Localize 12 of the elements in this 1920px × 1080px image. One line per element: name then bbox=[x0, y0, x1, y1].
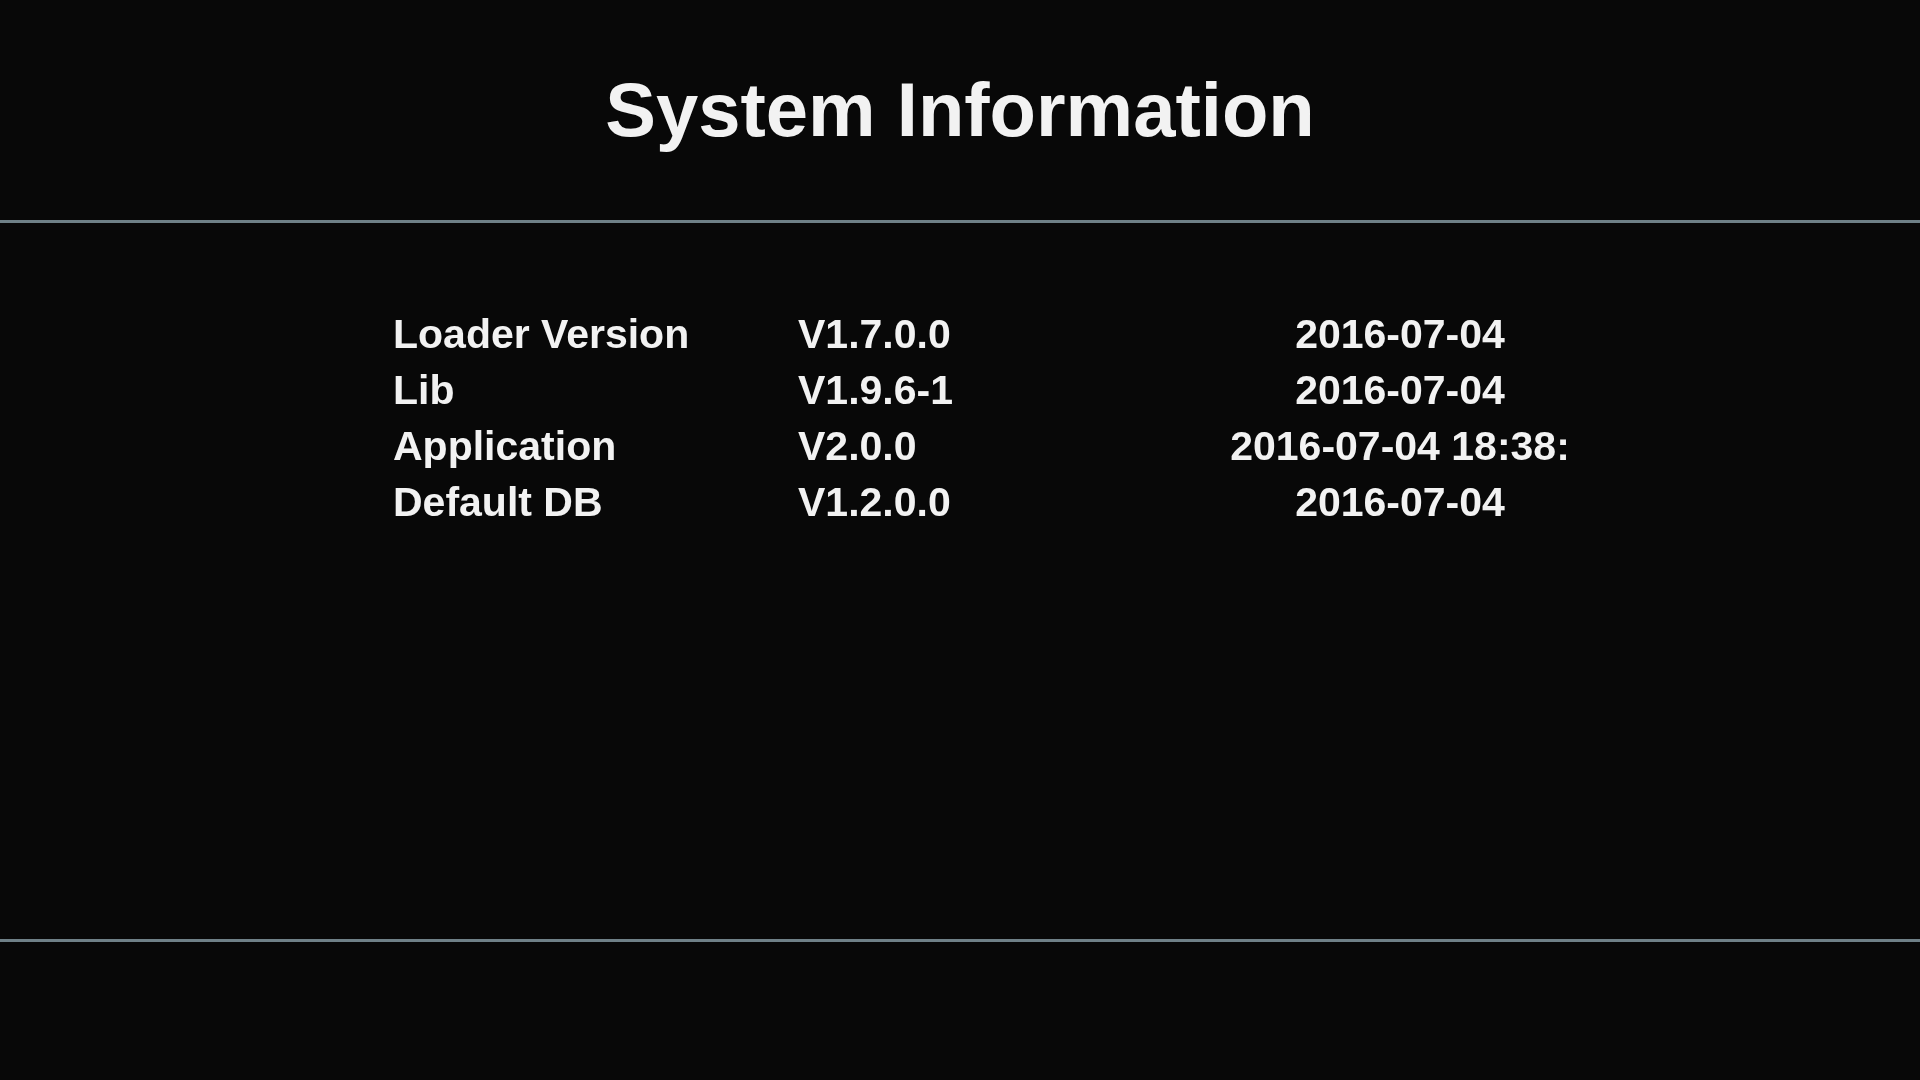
version-value: V1.9.6-1 bbox=[798, 366, 954, 416]
date-value: 2016-07-04 bbox=[1294, 478, 1506, 528]
date-value: 2016-07-04 bbox=[1294, 310, 1506, 360]
version-value: V1.7.0.0 bbox=[798, 310, 952, 360]
version-value: V2.0.0 bbox=[798, 422, 918, 472]
date-value: 2016-07-04 bbox=[1294, 366, 1506, 416]
info-label: Default DB bbox=[393, 478, 604, 528]
date-value: 2016-07-04 18:38: bbox=[1229, 422, 1571, 472]
info-label: Application bbox=[393, 422, 618, 472]
info-label: Loader Version bbox=[393, 310, 691, 360]
info-label: Lib bbox=[393, 366, 456, 416]
version-value: V1.2.0.0 bbox=[798, 478, 952, 528]
